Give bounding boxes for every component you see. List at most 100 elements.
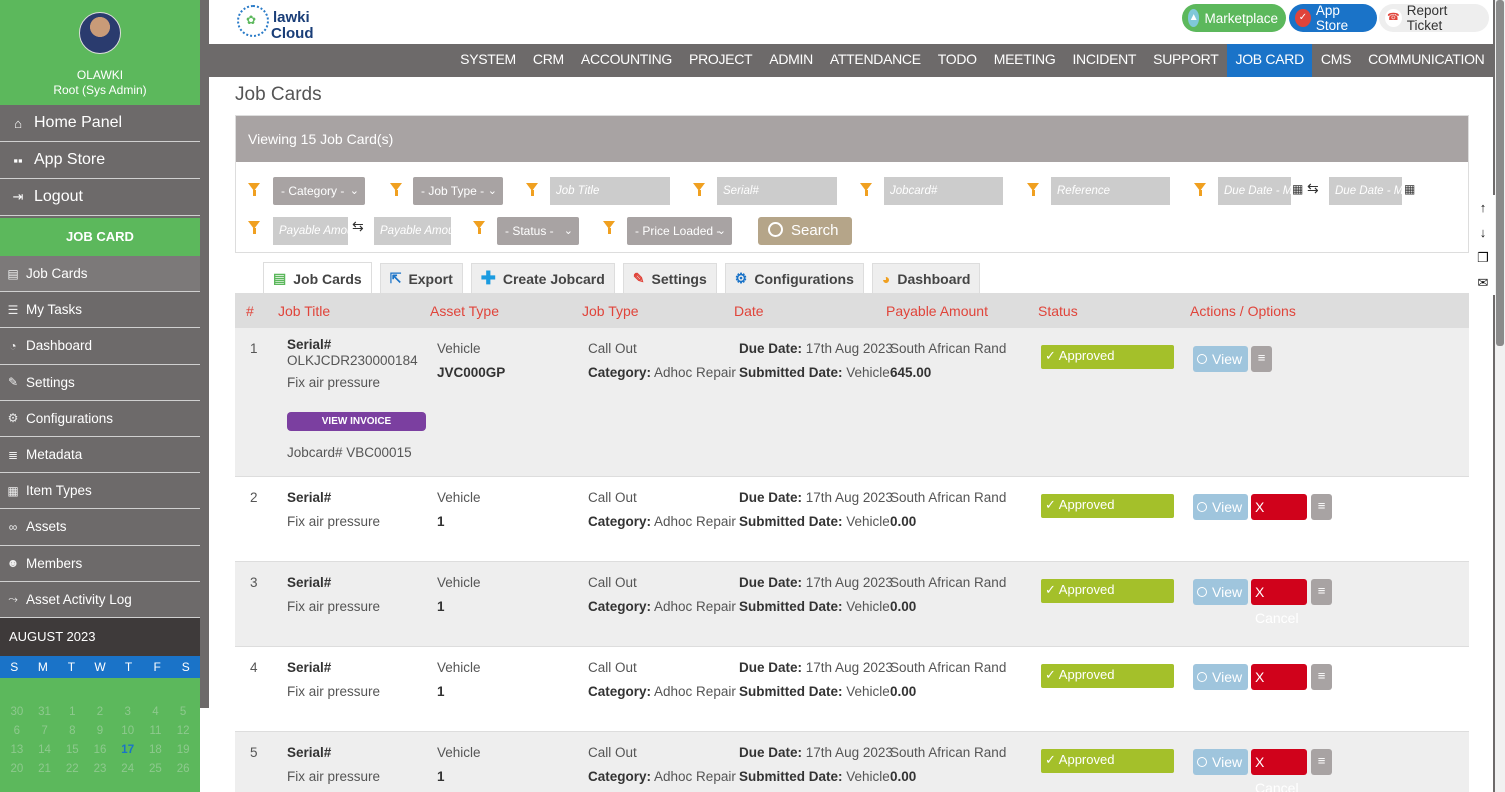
options-menu-button[interactable]: ≡ <box>1251 346 1272 372</box>
report-ticket-button[interactable]: ☎ Report Ticket <box>1379 3 1489 33</box>
view-button[interactable]: View <box>1193 749 1248 775</box>
calendar-day[interactable]: 26 <box>169 763 197 782</box>
calendar-day[interactable]: 15 <box>58 744 86 763</box>
calendar-day[interactable]: 13 <box>3 744 31 763</box>
calendar-day[interactable]: 14 <box>31 744 59 763</box>
tab-create-jobcard[interactable]: ✚ Create Jobcard <box>470 263 615 293</box>
calendar-day[interactable]: 18 <box>142 744 170 763</box>
col-asset-type[interactable]: Asset Type <box>430 303 499 319</box>
scrollbar-thumb[interactable] <box>1496 0 1504 346</box>
tab-job-cards[interactable]: ▤ Job Cards <box>263 262 372 294</box>
calendar-day[interactable]: 6 <box>3 725 31 744</box>
mail-icon[interactable]: ✉ <box>1470 270 1496 295</box>
calendar-day[interactable]: 12 <box>169 725 197 744</box>
calendar-day[interactable]: 11 <box>142 725 170 744</box>
menu-item-admin[interactable]: ADMIN <box>761 44 822 77</box>
options-menu-button[interactable]: ≡ <box>1311 749 1332 775</box>
calendar-day[interactable]: 24 <box>114 763 142 782</box>
sidebar-item-members[interactable]: ☻ Members <box>0 546 200 582</box>
sidebar-item-assets[interactable]: ∞ Assets <box>0 509 200 546</box>
job-title-input[interactable]: Job Title <box>550 177 670 205</box>
payable-amount-max-input[interactable]: Payable Amou <box>374 217 451 245</box>
menu-item-crm[interactable]: CRM <box>524 44 572 77</box>
menu-item-incident[interactable]: INCIDENT <box>1064 44 1145 77</box>
view-button[interactable]: View <box>1193 494 1248 520</box>
menu-item-attendance[interactable]: ATTENDANCE <box>821 44 929 77</box>
app-store-button[interactable]: ✓ App Store <box>1289 3 1377 33</box>
options-menu-button[interactable]: ≡ <box>1311 579 1332 605</box>
col-status[interactable]: Status <box>1038 303 1078 319</box>
calendar-day[interactable]: 8 <box>58 725 86 744</box>
cancel-button[interactable]: X Cancel <box>1251 664 1307 711</box>
menu-item-accounting[interactable]: ACCOUNTING <box>572 44 680 77</box>
calendar-day[interactable]: 10 <box>114 725 142 744</box>
calendar-day[interactable]: 31 <box>31 706 59 725</box>
calendar-day[interactable]: 4 <box>142 706 170 725</box>
due-date-max-input[interactable]: Due Date - M <box>1329 177 1402 205</box>
sidebar-item-dashboard[interactable]: ◔ Dashboard <box>0 328 200 365</box>
menu-item-project[interactable]: PROJECT <box>681 44 761 77</box>
search-button[interactable]: Search <box>758 217 852 245</box>
sidebar-item-metadata[interactable]: ≣ Metadata <box>0 437 200 474</box>
scroll-down-icon[interactable]: ↓ <box>1470 220 1496 245</box>
sidebar-item-my-tasks[interactable]: ☰ My Tasks <box>0 292 200 329</box>
col-job-type[interactable]: Job Type <box>582 303 639 319</box>
sidebar-item-home-panel[interactable]: ⌂ Home Panel <box>0 105 200 142</box>
due-date-min-input[interactable]: Due Date - Mi <box>1218 177 1291 205</box>
options-menu-button[interactable]: ≡ <box>1311 494 1332 520</box>
menu-item-system[interactable]: SYSTEM <box>452 44 525 77</box>
calendar-icon[interactable]: ▦ <box>1292 182 1303 196</box>
calendar-day[interactable]: 25 <box>142 763 170 782</box>
calendar-day[interactable]: 7 <box>31 725 59 744</box>
calendar-day[interactable]: 21 <box>31 763 59 782</box>
reference-input[interactable]: Reference <box>1051 177 1170 205</box>
calendar-day[interactable]: 23 <box>86 763 114 782</box>
calendar-day[interactable]: 3 <box>114 706 142 725</box>
sidebar-item-asset-activity-log[interactable]: ⤳ Asset Activity Log <box>0 582 200 618</box>
tab-export[interactable]: ⇱ Export <box>379 263 463 293</box>
menu-item-communication[interactable]: COMMUNICATION <box>1360 44 1493 77</box>
category-select[interactable]: - Category - ⌄ <box>273 177 365 205</box>
menu-item-todo[interactable]: TODO <box>929 44 985 77</box>
calendar-day[interactable]: 17 <box>114 744 142 763</box>
payable-amount-min-input[interactable]: Payable Amou <box>273 217 348 245</box>
calendar-day[interactable]: 9 <box>86 725 114 744</box>
tab-dashboard[interactable]: ◕ Dashboard <box>871 263 981 293</box>
tab-settings[interactable]: ✎ Settings <box>622 263 717 293</box>
avatar[interactable] <box>79 12 121 54</box>
menu-item-support[interactable]: SUPPORT <box>1145 44 1227 77</box>
calendar-icon[interactable]: ▦ <box>1404 182 1415 196</box>
calendar-day[interactable]: 2 <box>86 706 114 725</box>
cancel-button[interactable]: X Cancel <box>1251 494 1307 541</box>
calendar-day[interactable]: 20 <box>3 763 31 782</box>
serial-input[interactable]: Serial# <box>717 177 837 205</box>
calendar-day[interactable]: 30 <box>3 706 31 725</box>
options-menu-button[interactable]: ≡ <box>1311 664 1332 690</box>
sidebar-item-item-types[interactable]: ▦ Item Types <box>0 473 200 510</box>
calendar-day[interactable]: 1 <box>58 706 86 725</box>
sidebar-item-logout[interactable]: ⇥ Logout <box>0 179 200 216</box>
calendar-day[interactable]: 22 <box>58 763 86 782</box>
job-type-select[interactable]: - Job Type - ⌄ <box>413 177 503 205</box>
sidebar-item-settings[interactable]: ✎ Settings <box>0 365 200 401</box>
olawki-cloud-logo[interactable]: ✿ lawki Cloud <box>237 3 327 43</box>
col-date[interactable]: Date <box>734 303 764 319</box>
sidebar-item-job-cards[interactable]: ▤ Job Cards <box>0 256 200 293</box>
view-invoice-button[interactable]: VIEW INVOICE <box>287 412 426 431</box>
col-job-title[interactable]: Job Title <box>278 303 330 319</box>
sidebar-item-configurations[interactable]: ⚙ Configurations <box>0 401 200 437</box>
calendar-day[interactable]: 19 <box>169 744 197 763</box>
menu-item-cms[interactable]: CMS <box>1312 44 1359 77</box>
cancel-button[interactable]: X Cancel <box>1251 579 1307 626</box>
page-scrollbar[interactable] <box>1495 0 1505 792</box>
view-button[interactable]: View <box>1193 664 1248 690</box>
calendar-day[interactable]: 5 <box>169 706 197 725</box>
view-button[interactable]: View <box>1193 346 1248 372</box>
marketplace-button[interactable]: ▲ Marketplace <box>1182 4 1286 32</box>
menu-item-job-card[interactable]: JOB CARD <box>1227 44 1313 77</box>
menu-item-meeting[interactable]: MEETING <box>985 44 1064 77</box>
cancel-button[interactable]: X Cancel <box>1251 749 1307 792</box>
view-button[interactable]: View <box>1193 579 1248 605</box>
price-loaded-select[interactable]: - Price Loaded - ⌄ <box>627 217 732 245</box>
col-payable-amount[interactable]: Payable Amount <box>886 303 988 319</box>
